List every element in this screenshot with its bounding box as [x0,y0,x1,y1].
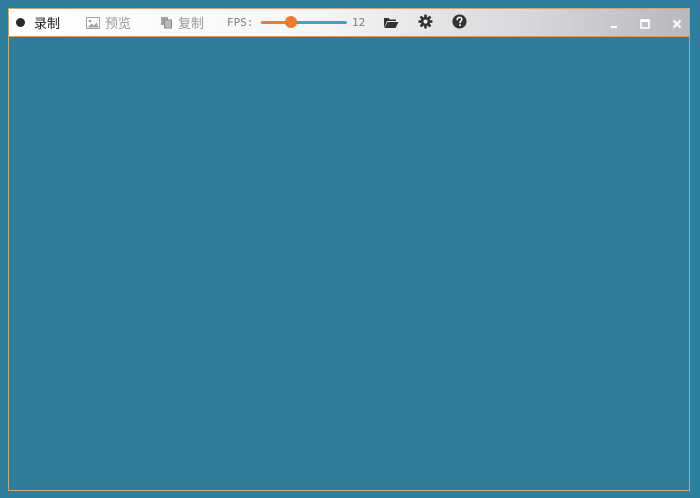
preview-button[interactable]: 预览 [86,9,131,36]
settings-button[interactable] [416,13,434,33]
maximize-icon [640,14,650,33]
record-label: 录制 [34,17,61,32]
folder-open-icon [383,14,399,33]
close-icon [672,14,682,33]
minimize-icon [609,14,619,33]
preview-label: 预览 [105,17,132,32]
minimize-button[interactable] [604,13,624,33]
help-icon [451,13,467,33]
fps-slider[interactable] [261,16,347,28]
fps-label: FPS: [227,16,254,29]
fps-slider-thumb[interactable] [285,16,298,28]
recorder-window: 录制 预览 复制 FPS: 12 [8,8,690,491]
maximize-button[interactable] [635,13,655,33]
close-button[interactable] [667,13,687,33]
help-button[interactable] [450,13,468,33]
open-folder-button[interactable] [382,14,400,32]
gear-icon [417,13,433,33]
copy-label: 复制 [178,17,205,32]
capture-area[interactable] [9,37,689,490]
toolbar: 录制 预览 复制 FPS: 12 [9,9,689,37]
copy-button[interactable]: 复制 [160,9,204,36]
fps-value: 12 [352,16,366,29]
image-icon [86,16,100,29]
copy-icon [160,16,173,29]
record-dot-icon [16,18,25,27]
record-button[interactable]: 录制 [16,9,60,36]
